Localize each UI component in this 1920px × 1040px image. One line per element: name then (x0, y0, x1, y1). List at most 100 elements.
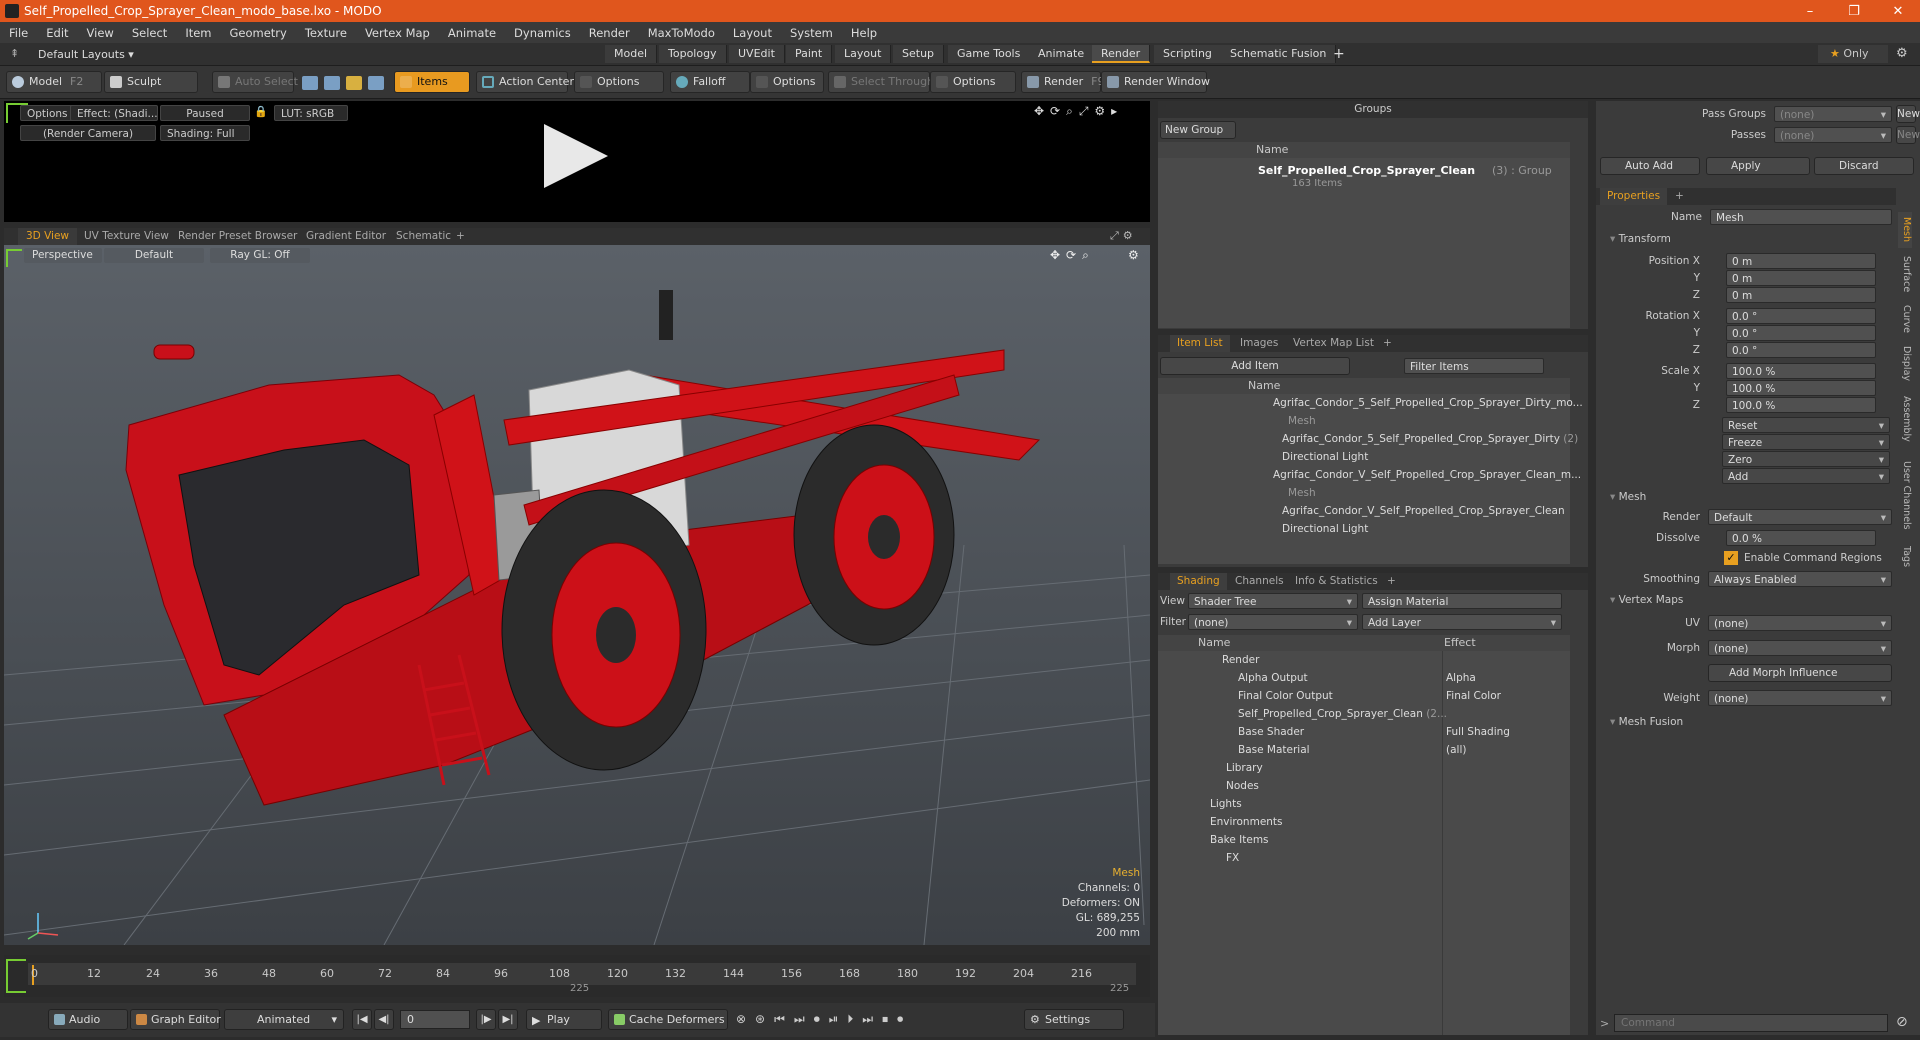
paused-toggle[interactable]: Paused (160, 105, 250, 121)
timeline[interactable]: 0 12 24 36 48 60 72 84 96 108 120 132 14… (4, 955, 1150, 997)
pass-groups-new-button[interactable]: New (1896, 105, 1920, 123)
side-tab-display[interactable]: Display (1898, 342, 1912, 386)
tab-images[interactable]: Images (1233, 335, 1285, 352)
render-button[interactable]: Render F9 (1021, 71, 1105, 93)
list-item[interactable]: Agrifac_Condor_V_Self_Propelled_Crop_Spr… (1273, 466, 1581, 484)
polygons-mode-icon[interactable] (346, 76, 362, 90)
smoothing-dropdown[interactable]: Always Enabled (1708, 571, 1892, 588)
go-to-end-button[interactable]: ▶| (498, 1009, 518, 1030)
passes-dropdown[interactable]: (none) (1774, 127, 1892, 144)
list-item[interactable]: Agrifac_Condor_V_Self_Propelled_Crop_Spr… (1282, 502, 1565, 520)
tab-gradient-editor[interactable]: Gradient Editor (298, 228, 394, 245)
list-item[interactable]: Directional Light (1282, 520, 1368, 538)
action-center-button[interactable]: Action Center (476, 71, 574, 93)
side-tab-surface[interactable]: Surface (1898, 252, 1912, 296)
action-center-options-button[interactable]: Options (574, 71, 664, 93)
effect-dropdown[interactable]: Effect: (Shadi... (70, 105, 158, 121)
groups-list[interactable]: Self_Propelled_Crop_Sprayer_Clean (3) : … (1158, 158, 1570, 328)
shader-row-material-group[interactable]: Self_Propelled_Crop_Sprayer_Clean (2... (1238, 705, 1447, 723)
shader-row-effect[interactable]: Alpha (1446, 669, 1476, 687)
transform-section[interactable]: Transform (1602, 231, 1892, 247)
menu-animate[interactable]: Animate (439, 26, 505, 40)
list-item[interactable]: Mesh (1288, 484, 1316, 502)
camera-dropdown[interactable]: (Render Camera) (20, 125, 156, 141)
add-shading-tab-button[interactable]: + (1380, 573, 1403, 590)
add-properties-tab-button[interactable]: + (1668, 188, 1691, 205)
list-item[interactable]: Agrifac_Condor_5_Self_Propelled_Crop_Spr… (1282, 430, 1578, 448)
add-layer-dropdown[interactable]: Add Layer (1362, 614, 1562, 631)
enable-command-regions-checkbox[interactable]: ✓ (1724, 551, 1738, 565)
render-window-button[interactable]: Render Window (1101, 71, 1210, 93)
model-mode-button[interactable]: Model F2 (6, 71, 102, 93)
weight-dropdown[interactable]: (none) (1708, 690, 1892, 707)
shader-row-lights[interactable]: Lights (1210, 795, 1242, 813)
menu-view[interactable]: View (78, 26, 123, 40)
list-item[interactable]: Directional Light (1282, 448, 1368, 466)
step-forward-button[interactable]: |▶ (476, 1009, 496, 1030)
shader-row-effect[interactable]: Final Color (1446, 687, 1501, 705)
menu-maxtomodo[interactable]: MaxToModo (639, 26, 724, 40)
menu-help[interactable]: Help (842, 26, 886, 40)
lock-icon[interactable]: 🔒 (254, 105, 268, 118)
animated-dropdown[interactable]: Animated ▾ (224, 1009, 344, 1030)
shader-row-render[interactable]: Render (1222, 651, 1259, 669)
scale-y-input[interactable]: 100.0 % (1726, 380, 1876, 396)
position-z-input[interactable]: 0 m (1726, 287, 1876, 303)
pass-groups-dropdown[interactable]: (none) (1774, 106, 1892, 123)
step-back-button[interactable]: ◀| (374, 1009, 394, 1030)
apply-button[interactable]: Apply (1706, 157, 1810, 175)
list-item[interactable]: Agrifac_Condor_5_Self_Propelled_Crop_Spr… (1273, 394, 1583, 412)
position-x-input[interactable]: 0 m (1726, 253, 1876, 269)
viewport-nav-icons[interactable]: ✥⟳⌕ (1050, 248, 1095, 263)
menu-file[interactable]: File (0, 26, 37, 40)
tab-animate[interactable]: Animate (1029, 45, 1095, 63)
settings-button[interactable]: ⚙ Settings (1024, 1009, 1124, 1030)
morph-dropdown[interactable]: (none) (1708, 640, 1892, 657)
menu-system[interactable]: System (781, 26, 842, 40)
3d-viewport[interactable]: Perspective Default Ray GL: Off ✥⟳⌕ ⚙ Me… (4, 245, 1150, 945)
menu-layout[interactable]: Layout (724, 26, 781, 40)
tab-uv-texture-view[interactable]: UV Texture View (76, 228, 177, 245)
only-toggle[interactable]: ★ Only (1818, 45, 1888, 63)
scale-x-input[interactable]: 100.0 % (1726, 363, 1876, 379)
add-item-tab-button[interactable]: + (1376, 335, 1399, 352)
viewport-gear-icon[interactable]: ⚙ (1128, 248, 1139, 262)
vertex-maps-section[interactable]: Vertex Maps (1602, 592, 1892, 608)
tab-paint[interactable]: Paint (786, 45, 833, 63)
add-morph-influence-button[interactable]: Add Morph Influence (1708, 664, 1892, 682)
menu-item[interactable]: Item (176, 26, 220, 40)
go-to-start-button[interactable]: |◀ (352, 1009, 372, 1030)
shading-dropdown[interactable]: Shading: Full (160, 125, 250, 141)
passes-new-button[interactable]: New (1896, 126, 1920, 144)
shader-row-library[interactable]: Library (1226, 759, 1263, 777)
items-mode-button[interactable]: Items (394, 71, 470, 93)
dissolve-input[interactable]: 0.0 % (1726, 530, 1876, 546)
close-button[interactable]: ✕ (1876, 0, 1920, 22)
tab-3d-view[interactable]: 3D View (18, 228, 78, 245)
shader-row-fx[interactable]: FX (1226, 849, 1239, 867)
shader-row-base-shader[interactable]: Base Shader (1238, 723, 1304, 741)
side-tab-curve[interactable]: Curve (1898, 300, 1912, 338)
position-y-input[interactable]: 0 m (1726, 270, 1876, 286)
falloff-options-button[interactable]: Options (750, 71, 824, 93)
tab-properties[interactable]: Properties (1600, 188, 1668, 205)
preview-nav-icons[interactable]: ✥⟳⌕⤢⚙▸ (1034, 104, 1123, 119)
cache-deformers-button[interactable]: Cache Deformers (608, 1009, 728, 1030)
tab-render-preset-browser[interactable]: Render Preset Browser (170, 228, 305, 245)
perspective-dropdown[interactable]: Perspective (24, 248, 102, 263)
assign-material-button[interactable]: Assign Material (1362, 593, 1562, 609)
gear-icon[interactable]: ⚙ (1896, 46, 1908, 61)
menu-geometry[interactable]: Geometry (221, 26, 296, 40)
item-list-tree[interactable]: Agrifac_Condor_5_Self_Propelled_Crop_Spr… (1158, 394, 1583, 564)
discard-button[interactable]: Discard (1814, 157, 1914, 175)
filter-dropdown[interactable]: (none) (1188, 614, 1358, 631)
add-item-dropdown[interactable]: Add Item (1160, 357, 1350, 375)
ray-gl-toggle[interactable]: Ray GL: Off (210, 248, 310, 263)
side-tab-mesh[interactable]: Mesh (1898, 212, 1912, 248)
scale-z-input[interactable]: 100.0 % (1726, 397, 1876, 413)
materials-mode-icon[interactable] (368, 76, 384, 90)
tab-info-statistics[interactable]: Info & Statistics (1288, 573, 1385, 590)
tab-channels[interactable]: Channels (1228, 573, 1291, 590)
new-group-button[interactable]: New Group (1160, 121, 1236, 139)
tab-vertex-map-list[interactable]: Vertex Map List (1286, 335, 1381, 352)
